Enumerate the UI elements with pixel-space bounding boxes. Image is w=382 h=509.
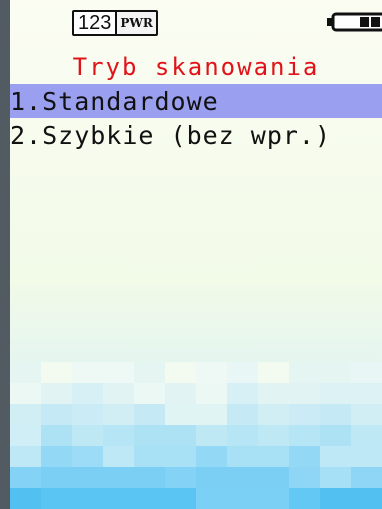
- mosaic-tile: [10, 362, 41, 383]
- mosaic-tile: [289, 488, 320, 509]
- mosaic-tile: [165, 362, 196, 383]
- mosaic-tile: [289, 362, 320, 383]
- scan-mode-menu: 1.Standardowe 2.Szybkie (bez wpr.): [10, 84, 382, 152]
- mosaic-tile: [165, 383, 196, 404]
- mosaic-tile: [134, 383, 165, 404]
- mosaic-tile: [227, 446, 258, 467]
- mosaic-tile: [258, 425, 289, 446]
- mosaic-tile: [10, 404, 41, 425]
- mosaic-tile: [134, 446, 165, 467]
- mosaic-tile: [72, 446, 103, 467]
- mosaic-tile: [351, 425, 382, 446]
- mosaic-tile: [227, 362, 258, 383]
- mosaic-tile: [103, 488, 134, 509]
- mosaic-tile: [258, 467, 289, 488]
- mosaic-tile: [289, 425, 320, 446]
- mosaic-tile: [41, 383, 72, 404]
- mosaic-tile: [258, 488, 289, 509]
- mosaic-tile: [165, 467, 196, 488]
- mosaic-tile: [103, 425, 134, 446]
- mosaic-tile: [351, 488, 382, 509]
- mosaic-tile: [289, 467, 320, 488]
- mosaic-tile: [227, 404, 258, 425]
- mosaic-tile: [10, 467, 41, 488]
- mosaic-tile: [351, 383, 382, 404]
- mosaic-tile: [134, 404, 165, 425]
- mosaic-tile: [258, 446, 289, 467]
- device-frame: 123 PWR Tryb skanowania 1.Standardowe 2.…: [0, 0, 382, 509]
- mosaic-tile: [196, 383, 227, 404]
- mosaic-tile: [320, 446, 351, 467]
- status-bar: 123 PWR: [10, 8, 382, 36]
- mosaic-tile: [10, 446, 41, 467]
- mosaic-tile: [103, 383, 134, 404]
- mosaic-tile: [165, 488, 196, 509]
- mosaic-tile: [320, 488, 351, 509]
- mosaic-tile: [227, 467, 258, 488]
- mosaic-tile: [196, 467, 227, 488]
- mosaic-tile: [196, 404, 227, 425]
- mosaic-tile: [351, 362, 382, 383]
- mosaic-tile: [351, 446, 382, 467]
- mosaic-tile: [196, 362, 227, 383]
- mosaic-tile: [320, 425, 351, 446]
- mosaic-tile: [196, 425, 227, 446]
- mosaic-tile: [72, 404, 103, 425]
- mosaic-tile: [103, 362, 134, 383]
- mosaic-tile: [165, 404, 196, 425]
- mosaic-tile: [134, 488, 165, 509]
- menu-item-standard[interactable]: 1.Standardowe: [10, 84, 382, 118]
- mosaic-tile: [227, 425, 258, 446]
- page-title: Tryb skanowania: [72, 53, 320, 81]
- mosaic-tile: [320, 383, 351, 404]
- mosaic-tile: [351, 404, 382, 425]
- mosaic-tile: [103, 446, 134, 467]
- mosaic-tile: [72, 383, 103, 404]
- mosaic-tile: [227, 383, 258, 404]
- mosaic-tile: [165, 425, 196, 446]
- mosaic-tile: [196, 446, 227, 467]
- mosaic-tile: [41, 362, 72, 383]
- screen: 123 PWR Tryb skanowania 1.Standardowe 2.…: [10, 0, 382, 509]
- mosaic-tile: [351, 467, 382, 488]
- mosaic-tile: [134, 467, 165, 488]
- mosaic-tile: [320, 404, 351, 425]
- mosaic-tile: [258, 383, 289, 404]
- mosaic-tile: [134, 362, 165, 383]
- mosaic-tile: [10, 488, 41, 509]
- mosaic-tile: [72, 467, 103, 488]
- input-mode-label: 123: [78, 12, 112, 34]
- background-mosaic: [10, 359, 382, 509]
- mosaic-tile: [41, 446, 72, 467]
- mosaic-tile: [41, 425, 72, 446]
- mosaic-tile: [289, 383, 320, 404]
- mosaic-tile: [10, 383, 41, 404]
- mosaic-tile: [10, 425, 41, 446]
- mosaic-tile: [72, 425, 103, 446]
- mosaic-tile: [103, 467, 134, 488]
- power-label: PWR: [115, 12, 156, 34]
- mosaic-tile: [41, 467, 72, 488]
- menu-item-fast[interactable]: 2.Szybkie (bez wpr.): [10, 118, 382, 152]
- mosaic-tile: [258, 404, 289, 425]
- mosaic-tile: [227, 488, 258, 509]
- input-mode-indicator: 123 PWR: [72, 10, 158, 36]
- mosaic-tile: [41, 488, 72, 509]
- mosaic-tile: [72, 488, 103, 509]
- mosaic-tile: [320, 467, 351, 488]
- mosaic-tile: [320, 362, 351, 383]
- battery-icon: [327, 12, 382, 32]
- mosaic-tile: [289, 446, 320, 467]
- mosaic-tile: [103, 404, 134, 425]
- mosaic-tile: [165, 446, 196, 467]
- mosaic-tile: [196, 488, 227, 509]
- mosaic-tile: [41, 404, 72, 425]
- mosaic-tile: [258, 362, 289, 383]
- mosaic-tile: [134, 425, 165, 446]
- mosaic-tile: [72, 362, 103, 383]
- mosaic-tile: [289, 404, 320, 425]
